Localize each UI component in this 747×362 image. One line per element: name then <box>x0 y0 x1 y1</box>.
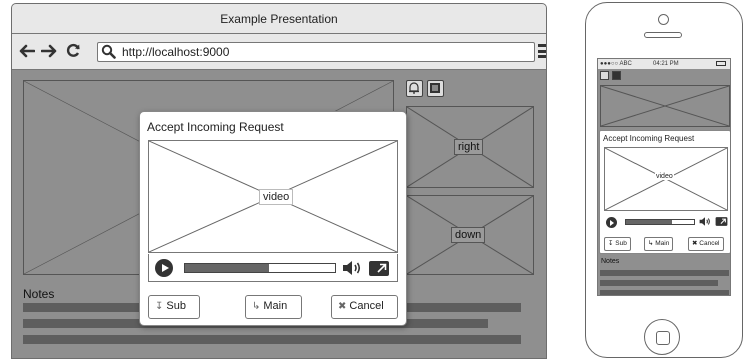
battery-icon <box>716 61 726 66</box>
search-icon <box>101 44 116 59</box>
accept-request-dialog: Accept Incoming Request video ↧ Sub ↳ Main… <box>139 111 407 326</box>
main-arrow-icon: ↳ <box>252 301 261 312</box>
phone-notes-line <box>600 290 729 295</box>
forward-arrow-icon[interactable] <box>41 44 57 58</box>
carrier-label: ●●●○○ ABC <box>600 61 632 67</box>
phone-dialog-title: Accept Incoming Request <box>603 134 695 143</box>
phone-volume-icon[interactable] <box>699 216 711 227</box>
notes-label: Notes <box>23 287 55 301</box>
video-placeholder: video <box>148 140 398 253</box>
dialog-title: Accept Incoming Request <box>147 120 284 134</box>
list-icon[interactable] <box>612 71 621 80</box>
menu-icon[interactable] <box>538 44 546 58</box>
play-icon[interactable] <box>155 259 173 277</box>
main-button-label: Main <box>263 300 288 312</box>
right-panel-placeholder: right <box>406 106 534 188</box>
url-field[interactable]: http://localhost:9000 <box>97 42 535 62</box>
video-progress-bar[interactable] <box>184 263 336 273</box>
phone-sub-button[interactable]: ↧ Sub <box>604 237 631 251</box>
list-icon[interactable] <box>427 80 444 97</box>
phone-video-label: video <box>655 173 674 180</box>
video-controls <box>148 254 398 282</box>
fullscreen-icon[interactable] <box>368 260 390 277</box>
sub-button[interactable]: ↧ Sub <box>148 295 200 319</box>
main-button[interactable]: ↳ Main <box>245 295 302 319</box>
clock-label: 04:21 PM <box>653 61 679 67</box>
reload-icon[interactable] <box>66 43 81 58</box>
bell-icon[interactable] <box>600 71 609 80</box>
back-arrow-icon[interactable] <box>19 44 35 58</box>
browser-title: Example Presentation <box>12 4 546 34</box>
phone-main-label: Main <box>655 240 670 247</box>
home-button[interactable] <box>644 319 680 355</box>
down-panel-placeholder: down <box>406 195 534 275</box>
phone-frame: ●●●○○ ABC 04:21 PM Accept Incoming Reque… <box>585 2 743 358</box>
phone-fullscreen-icon[interactable] <box>715 216 728 227</box>
phone-notes-line <box>600 270 729 276</box>
phone-cancel-label: Cancel <box>699 240 720 247</box>
phone-status-bar: ●●●○○ ABC 04:21 PM <box>598 59 730 69</box>
phone-main-button[interactable]: ↳ Main <box>644 237 674 251</box>
phone-progress-bar[interactable] <box>625 219 695 225</box>
cancel-button[interactable]: ✖ Cancel <box>331 295 398 319</box>
phone-screen: ●●●○○ ABC 04:21 PM Accept Incoming Reque… <box>597 58 731 296</box>
down-panel-label: down <box>451 227 486 243</box>
phone-camera <box>658 14 669 25</box>
phone-play-icon[interactable] <box>606 217 617 228</box>
phone-progress-fill <box>626 220 673 224</box>
video-progress-fill <box>185 264 269 272</box>
sub-button-label: Sub <box>166 300 186 312</box>
phone-notes-label: Notes <box>601 258 620 265</box>
right-panel-label: right <box>454 139 484 155</box>
phone-speaker <box>644 32 682 38</box>
sub-arrow-icon: ↧ <box>155 301 164 312</box>
phone-video-placeholder: video <box>604 147 728 211</box>
phone-notes-line <box>600 280 718 286</box>
phone-accept-dialog: Accept Incoming Request video ↧ Sub ↳ Ma… <box>599 130 730 254</box>
phone-sub-label: Sub <box>615 240 627 247</box>
cancel-button-label: Cancel <box>349 300 384 312</box>
volume-icon[interactable] <box>342 260 362 276</box>
notes-line <box>23 335 521 344</box>
phone-cancel-button[interactable]: ✖ Cancel <box>688 237 724 251</box>
phone-slide-placeholder <box>600 85 730 127</box>
close-icon: ✖ <box>338 301 347 312</box>
video-label: video <box>259 189 294 205</box>
address-bar: http://localhost:9000 <box>12 34 546 70</box>
url-text: http://localhost:9000 <box>122 45 230 59</box>
bell-icon[interactable] <box>406 80 423 97</box>
